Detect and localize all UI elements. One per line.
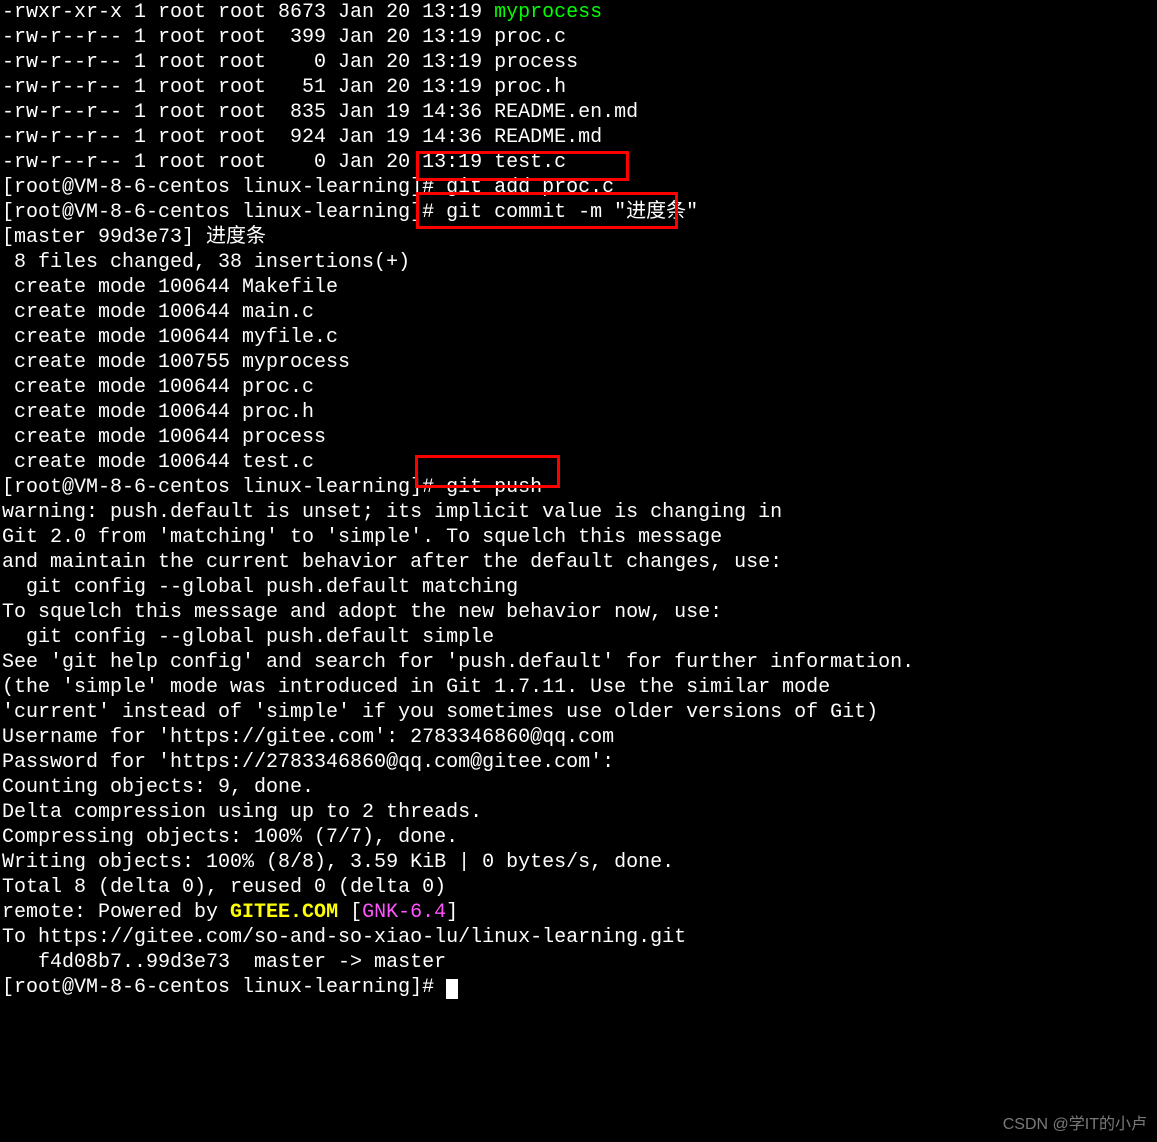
cmd-git-push: git push (446, 476, 542, 499)
watermark: CSDN @学IT的小卢 (1003, 1110, 1147, 1134)
cursor (446, 979, 458, 999)
terminal[interactable]: -rwxr-xr-x 1 root root 8673 Jan 20 13:19… (0, 0, 1157, 1000)
cmd-git-commit: git commit -m "进度条" (446, 201, 698, 224)
cmd-git-add: git add proc.c (446, 176, 614, 199)
